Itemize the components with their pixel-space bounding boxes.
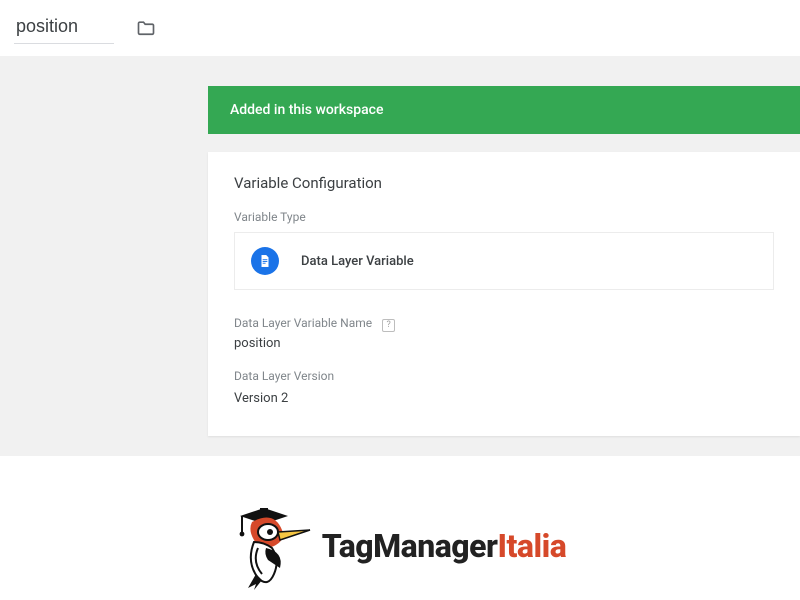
help-icon[interactable]: ? <box>382 319 395 332</box>
variable-title-input[interactable] <box>14 12 114 44</box>
dlv-version-label: Data Layer Version <box>234 369 774 383</box>
variable-type-selector[interactable]: Data Layer Variable <box>234 232 774 290</box>
branding-footer: TagManagerItalia <box>0 502 800 590</box>
woodpecker-logo-icon <box>234 502 312 590</box>
variable-type-label: Variable Type <box>234 210 774 224</box>
folder-icon[interactable] <box>132 14 160 42</box>
brand-part1: TagManager <box>322 527 498 565</box>
variable-config-card: Variable Configuration Variable Type Dat… <box>208 152 800 436</box>
workspace-status-banner: Added in this workspace <box>208 86 800 134</box>
dlv-name-label: Data Layer Variable Name <box>234 316 372 330</box>
brand-text: TagManagerItalia <box>322 527 567 565</box>
document-icon <box>251 247 279 275</box>
variable-type-name: Data Layer Variable <box>301 254 414 269</box>
dlv-name-value: position <box>234 336 774 351</box>
card-title: Variable Configuration <box>234 174 774 192</box>
dlv-version-value: Version 2 <box>234 391 774 406</box>
brand-part2: Italia <box>497 527 566 565</box>
